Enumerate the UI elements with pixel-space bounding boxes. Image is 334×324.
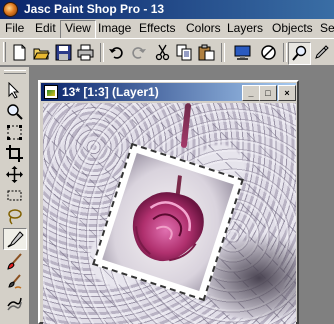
- no-button[interactable]: [258, 42, 279, 63]
- save-button[interactable]: [53, 42, 74, 63]
- zoom-tool-icon: [6, 103, 23, 120]
- toolbar-separator: [100, 43, 104, 62]
- new-button[interactable]: [9, 42, 30, 63]
- move-tool[interactable]: [3, 164, 25, 184]
- crop-icon: [5, 144, 23, 162]
- menu-bar: File Edit View Image Effects Colors Laye…: [0, 19, 334, 39]
- zoom-button[interactable]: [288, 42, 311, 65]
- move-icon: [5, 165, 23, 183]
- display-icon: [234, 45, 251, 60]
- dropper-tool[interactable]: [3, 228, 27, 250]
- undo-button[interactable]: [106, 42, 127, 63]
- image-document-icon[interactable]: [44, 85, 58, 99]
- toolbar-grip[interactable]: [3, 42, 6, 62]
- menu-effects[interactable]: Effects: [135, 20, 179, 37]
- paintbrush-tool[interactable]: [3, 251, 25, 271]
- document-titlebar[interactable]: 13* [1:3] (Layer1) _ □ ×: [41, 83, 296, 101]
- paste-icon: [198, 44, 215, 61]
- cut-button[interactable]: [152, 42, 173, 63]
- close-button[interactable]: ×: [278, 85, 296, 101]
- menu-edit[interactable]: Edit: [31, 20, 60, 37]
- redo-icon: [132, 47, 146, 59]
- print-icon: [77, 44, 94, 61]
- menu-selections[interactable]: Sel: [316, 20, 334, 37]
- dropper-button[interactable]: [311, 42, 332, 63]
- toolbar-separator: [221, 43, 225, 62]
- standard-toolbar: [0, 38, 334, 66]
- rose-photo: [102, 152, 234, 292]
- app-palette-icon[interactable]: [3, 2, 18, 17]
- copy-icon: [176, 44, 192, 61]
- print-button[interactable]: [75, 42, 96, 63]
- arrow-tool[interactable]: [3, 80, 25, 100]
- open-icon: [33, 48, 50, 60]
- zoom-tool[interactable]: [3, 101, 25, 121]
- clone-brush-icon: [7, 273, 21, 289]
- display-button[interactable]: [232, 42, 253, 63]
- minimize-button[interactable]: _: [242, 85, 260, 101]
- maximize-button[interactable]: □: [259, 85, 277, 101]
- undo-icon: [109, 47, 123, 59]
- new-icon: [13, 44, 26, 61]
- arrow-icon: [8, 81, 19, 99]
- selection-icon: [7, 190, 21, 200]
- menu-view[interactable]: View: [60, 20, 96, 39]
- crop-tool[interactable]: [3, 143, 25, 163]
- retouch-tool[interactable]: [3, 293, 25, 313]
- lasso-tool[interactable]: [3, 206, 25, 226]
- document-title: 13* [1:3] (Layer1): [62, 85, 159, 99]
- tools-palette: [0, 67, 30, 324]
- document-window[interactable]: 13* [1:3] (Layer1) _ □ ×: [38, 80, 299, 324]
- zoom-icon: [292, 45, 307, 61]
- tools-grip[interactable]: [4, 70, 26, 74]
- app-titlebar[interactable]: Jasc Paint Shop Pro - 13: [0, 0, 334, 19]
- dropper-tool-icon: [6, 230, 24, 248]
- deform-tool[interactable]: [3, 122, 25, 142]
- lasso-icon: [7, 208, 22, 225]
- copy-button[interactable]: [174, 42, 195, 63]
- paste-button[interactable]: [196, 42, 217, 63]
- selection-tool[interactable]: [3, 185, 25, 205]
- paintbrush-icon: [6, 252, 22, 270]
- toolbar-separator: [283, 43, 287, 62]
- menu-file[interactable]: File: [1, 20, 28, 37]
- menu-layers[interactable]: Layers: [223, 20, 267, 37]
- save-icon: [55, 44, 72, 61]
- close-icon: ×: [284, 88, 290, 98]
- menu-objects[interactable]: Objects: [268, 20, 317, 37]
- menu-colors[interactable]: Colors: [182, 20, 225, 37]
- app-title: Jasc Paint Shop Pro - 13: [24, 2, 165, 16]
- cut-icon: [155, 44, 170, 61]
- minimize-icon: _: [248, 88, 254, 98]
- deform-icon: [6, 124, 22, 140]
- maximize-icon: □: [265, 88, 271, 98]
- redo-button[interactable]: [128, 42, 149, 63]
- dropper-icon: [315, 45, 329, 59]
- image-canvas[interactable]: [43, 103, 296, 324]
- retouch-icon: [6, 297, 22, 310]
- rose-image: [132, 175, 204, 262]
- open-button[interactable]: [31, 42, 52, 63]
- clone-brush-tool[interactable]: [3, 272, 25, 292]
- menu-image[interactable]: Image: [94, 20, 135, 37]
- circle-slash-icon: [261, 45, 276, 60]
